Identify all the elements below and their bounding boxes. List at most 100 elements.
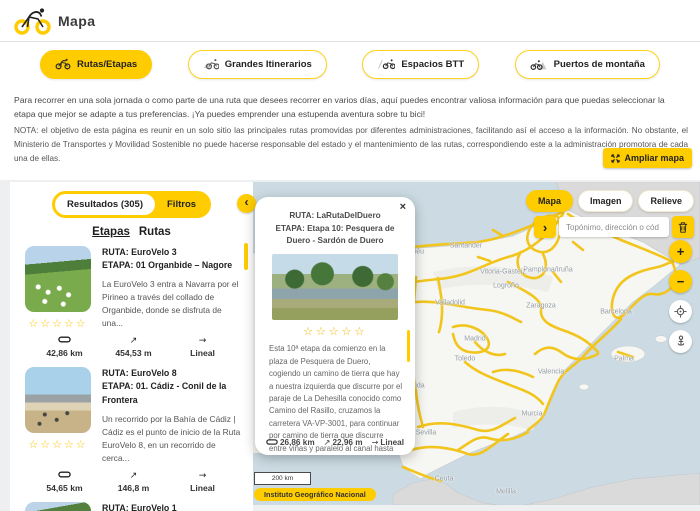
map-label: Santander	[449, 242, 483, 250]
tab-rutas-etapas[interactable]: Rutas/Etapas	[40, 49, 153, 79]
tab-filtros[interactable]: Filtros	[155, 194, 208, 215]
popup-elevation: ↗ 22,96 m	[323, 437, 363, 447]
route-thumbnail	[25, 367, 91, 434]
cyclist-logo-icon	[14, 8, 51, 35]
link-etapas[interactable]: Etapas	[92, 226, 130, 238]
zoom-in-button[interactable]: +	[669, 240, 692, 263]
stage-popup: × RUTA: LaRutaDelDuero ETAPA: Etapa 10: …	[255, 197, 415, 455]
page-title: Mapa	[58, 13, 96, 29]
popup-photo	[272, 254, 398, 321]
distance-icon	[266, 437, 278, 447]
layer-relieve[interactable]: Relieve	[638, 190, 694, 212]
route-name: RUTA: EuroVelo 8	[102, 368, 177, 379]
popup-distance: 26,86 km	[266, 437, 315, 447]
map-label: Pamplona/Iruña	[523, 266, 573, 274]
search-input[interactable]	[559, 217, 669, 237]
intro-paragraph: Para recorrer en una sola jornada o como…	[14, 95, 665, 120]
route-description: La EuroVelo 3 entra a Navarra por el Pir…	[102, 279, 239, 329]
map-search-bar: ›	[534, 216, 694, 238]
nota-paragraph: NOTA: el objetivo de esta página es reun…	[14, 126, 688, 163]
linear-icon: →	[198, 336, 207, 347]
map-label: Toledo	[454, 355, 476, 363]
btt-trail-icon	[378, 59, 396, 70]
tab-grandes-itinerarios[interactable]: Grandes Itinerarios	[187, 49, 327, 79]
tab-espacios-btt[interactable]: Espacios BTT	[362, 49, 480, 79]
route-card-eurovelo8[interactable]: ☆☆☆☆☆ RUTA: EuroVelo 8 ETAPA: 01. Cádiz …	[10, 359, 253, 493]
map-label: Vitoria-Gasteiz	[480, 268, 526, 276]
elevation-stat: ↗ 146,8 m	[99, 471, 168, 494]
route-thumbnail	[25, 501, 91, 511]
map-label: Barcelona	[600, 308, 632, 316]
stage-name: ETAPA: 01 Organbide – Nagore	[102, 260, 233, 271]
crosshair-icon	[674, 305, 687, 318]
rating-stars[interactable]: ☆☆☆☆☆	[28, 317, 87, 330]
map-label: Melilla	[496, 488, 516, 496]
distance-icon	[30, 471, 99, 483]
close-icon[interactable]: ×	[400, 201, 406, 213]
map-label: Madrid	[464, 335, 486, 343]
route-stats: 54,65 km ↗ 146,8 m → Lineal	[30, 471, 237, 494]
cyclist-icon	[203, 59, 219, 70]
distance-icon	[30, 336, 99, 348]
rating-stars[interactable]: ☆☆☆☆☆	[28, 438, 87, 451]
category-nav: Rutas/Etapas Grandes Itinerarios Espacio…	[0, 47, 700, 81]
route-name: RUTA: EuroVelo 1	[102, 502, 177, 511]
tab-label: Grandes Itinerarios	[224, 58, 312, 70]
map-scale: 200 km	[254, 472, 311, 485]
map-label: Valencia	[537, 368, 565, 376]
tab-label: Espacios BTT	[401, 58, 465, 70]
expand-map-button[interactable]: Ampliar mapa	[603, 148, 692, 168]
route-description: Un recorrido por la Bahía de Cádiz | Cád…	[102, 413, 241, 463]
stage-name: ETAPA: 01. Cádiz - Conil de la Frontera	[102, 381, 227, 405]
chevron-right-icon: ›	[542, 219, 548, 235]
zoom-out-button[interactable]: −	[669, 270, 692, 293]
marker-tool-button[interactable]	[669, 330, 692, 353]
clear-search-button[interactable]	[672, 216, 694, 238]
map-label: Valladolid	[435, 299, 465, 307]
panel-tabs: Resultados (305) Filtros	[51, 191, 212, 218]
popup-route-name: RUTA: LaRutaDelDuero	[289, 211, 381, 220]
layer-imagen[interactable]: Imagen	[577, 190, 634, 212]
map-attribution[interactable]: Instituto Geográfico Nacional	[254, 488, 376, 501]
popup-scrollbar[interactable]	[407, 330, 410, 362]
results-panel: Resultados (305) Filtros Etapas Rutas ☆☆☆…	[10, 182, 253, 511]
popup-rating-stars[interactable]: ☆☆☆☆☆	[255, 324, 415, 338]
route-card-eurovelo1[interactable]: ☆☆☆☆☆ RUTA: EuroVelo 1 ETAPA: 01. Irun –…	[10, 494, 253, 511]
geolocate-button[interactable]	[669, 300, 692, 323]
popup-stage-name: ETAPA: Etapa 10: Pesquera de Duero - Sar…	[275, 223, 395, 246]
map-label: Murcia	[521, 410, 543, 418]
tab-label: Rutas/Etapas	[77, 58, 138, 70]
search-collapse-button[interactable]: ›	[534, 216, 556, 238]
elevation-icon: ↗	[129, 470, 138, 481]
popup-type: → Lineal	[371, 437, 404, 447]
route-name: RUTA: EuroVelo 3	[102, 247, 177, 257]
anchor-marker-icon	[677, 335, 684, 346]
elevation-icon: ↗	[323, 437, 331, 447]
layer-switcher: Mapa Imagen Relieve	[525, 190, 694, 212]
distance-stat: 54,65 km	[30, 471, 99, 494]
expand-icon	[611, 153, 621, 163]
result-type-links: Etapas Rutas	[10, 226, 253, 238]
expand-map-label: Ampliar mapa	[624, 153, 684, 163]
tab-resultados[interactable]: Resultados (305)	[54, 194, 155, 215]
linear-icon: →	[198, 470, 207, 481]
map-label: Zaragoza	[526, 302, 556, 310]
layer-mapa[interactable]: Mapa	[525, 190, 573, 212]
map-label: Ceuta	[434, 475, 454, 483]
tab-puertos-montana[interactable]: Puertos de montaña	[514, 49, 660, 79]
panel-scrollbar[interactable]	[244, 243, 248, 270]
cyclist-icon	[55, 58, 71, 70]
type-stat: → Lineal	[168, 471, 237, 494]
map-label: Sevilla	[415, 429, 437, 437]
distance-stat: 42,86 km	[30, 336, 99, 359]
chevron-left-icon: ‹	[244, 195, 249, 209]
linear-icon: →	[371, 437, 379, 447]
link-rutas[interactable]: Rutas	[139, 226, 171, 238]
route-card-eurovelo3[interactable]: ☆☆☆☆☆ RUTA: EuroVelo 3 ETAPA: 01 Organbi…	[10, 238, 253, 359]
map-label: Palma	[614, 355, 634, 363]
route-thumbnail	[25, 246, 91, 312]
elevation-stat: ↗ 454,53 m	[99, 336, 168, 359]
tab-label: Puertos de montaña	[553, 58, 645, 70]
route-stats: 42,86 km ↗ 454,53 m → Lineal	[30, 336, 237, 359]
panel-collapse-button[interactable]: ‹	[237, 194, 256, 213]
